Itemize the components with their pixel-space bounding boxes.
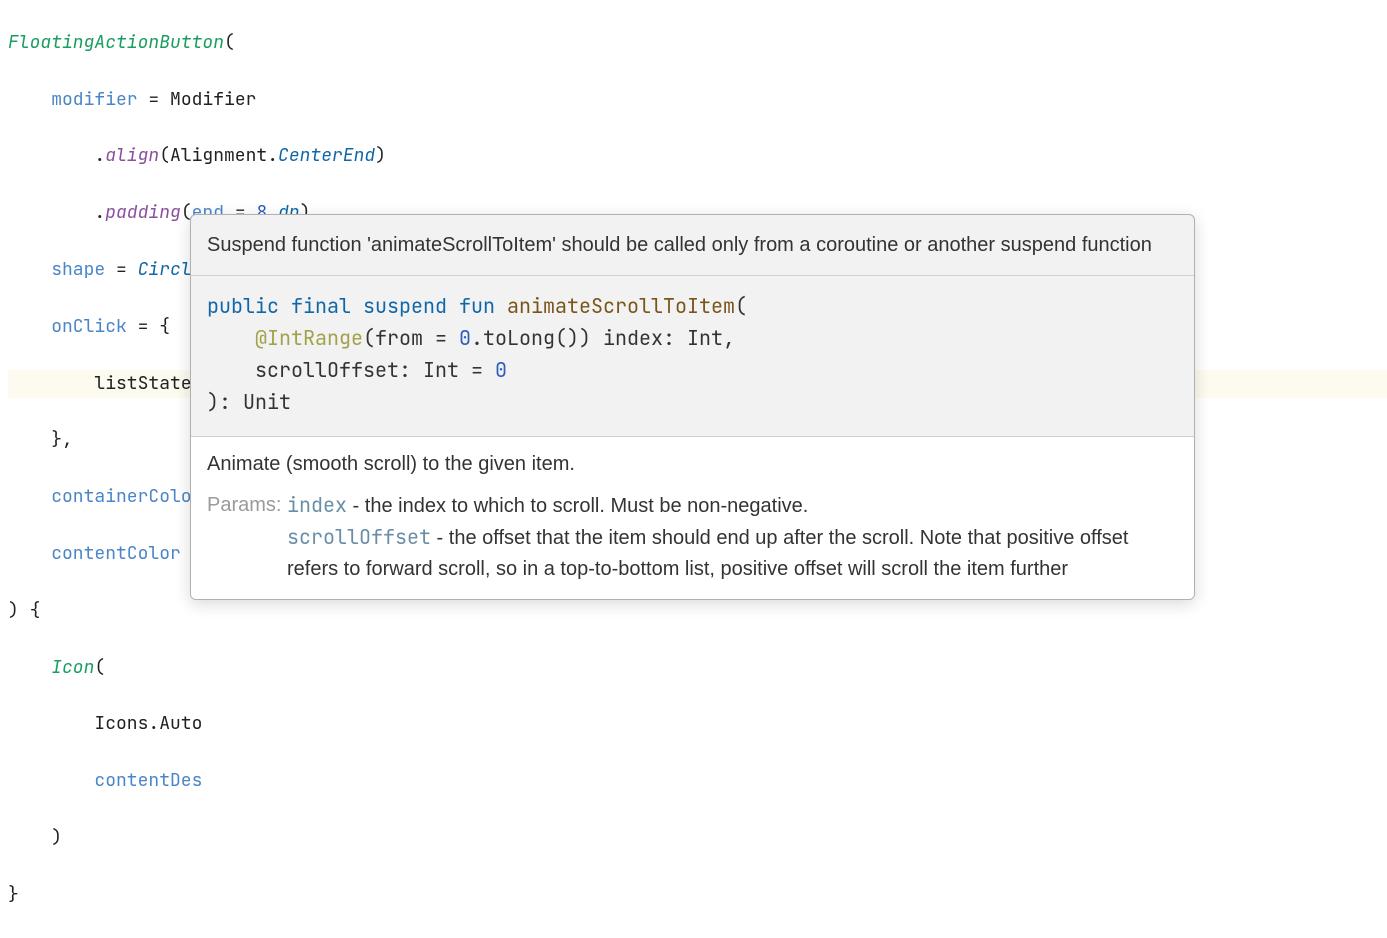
code-line[interactable]: } xyxy=(8,881,1387,909)
named-arg: contentDes xyxy=(94,769,202,792)
code-line[interactable]: contentDes xyxy=(8,767,1387,795)
doc-block: Animate (smooth scroll) to the given ite… xyxy=(191,437,1194,599)
named-arg: shape xyxy=(51,258,105,281)
code-line[interactable]: .align(Alignment.CenterEnd) xyxy=(8,142,1387,170)
param-name: index xyxy=(287,492,347,518)
method-call: padding xyxy=(105,201,181,224)
annotation: @IntRange xyxy=(255,325,363,351)
signature-fn-name: animateScrollToItem xyxy=(507,293,735,319)
param-name: scrollOffset xyxy=(287,524,431,550)
code-line[interactable]: modifier = Modifier xyxy=(8,86,1387,114)
documentation-popup[interactable]: Suspend function 'animateScrollToItem' s… xyxy=(190,214,1195,600)
doc-summary: Animate (smooth scroll) to the given ite… xyxy=(207,449,1178,480)
named-arg: contentColor xyxy=(51,542,181,565)
code-line[interactable]: ) { xyxy=(8,597,1387,625)
code-line[interactable]: Icons.Auto xyxy=(8,710,1387,738)
code-line[interactable]: FloatingActionButton( xyxy=(8,29,1387,57)
named-arg: modifier xyxy=(51,88,137,111)
named-arg: containerColor xyxy=(51,485,202,508)
code-line[interactable]: ) xyxy=(8,824,1387,852)
code-line[interactable]: Icon( xyxy=(8,654,1387,682)
signature-block: public final suspend fun animateScrollTo… xyxy=(191,276,1194,437)
fn-call: Icon xyxy=(51,656,94,679)
named-arg: onClick xyxy=(51,315,127,338)
enum-val: CenterEnd xyxy=(278,144,375,167)
error-message: Suspend function 'animateScrollToItem' s… xyxy=(191,215,1194,276)
method-call: align xyxy=(105,144,159,167)
fn-call: FloatingActionButton xyxy=(8,31,224,54)
params-label: Params: xyxy=(207,494,281,516)
